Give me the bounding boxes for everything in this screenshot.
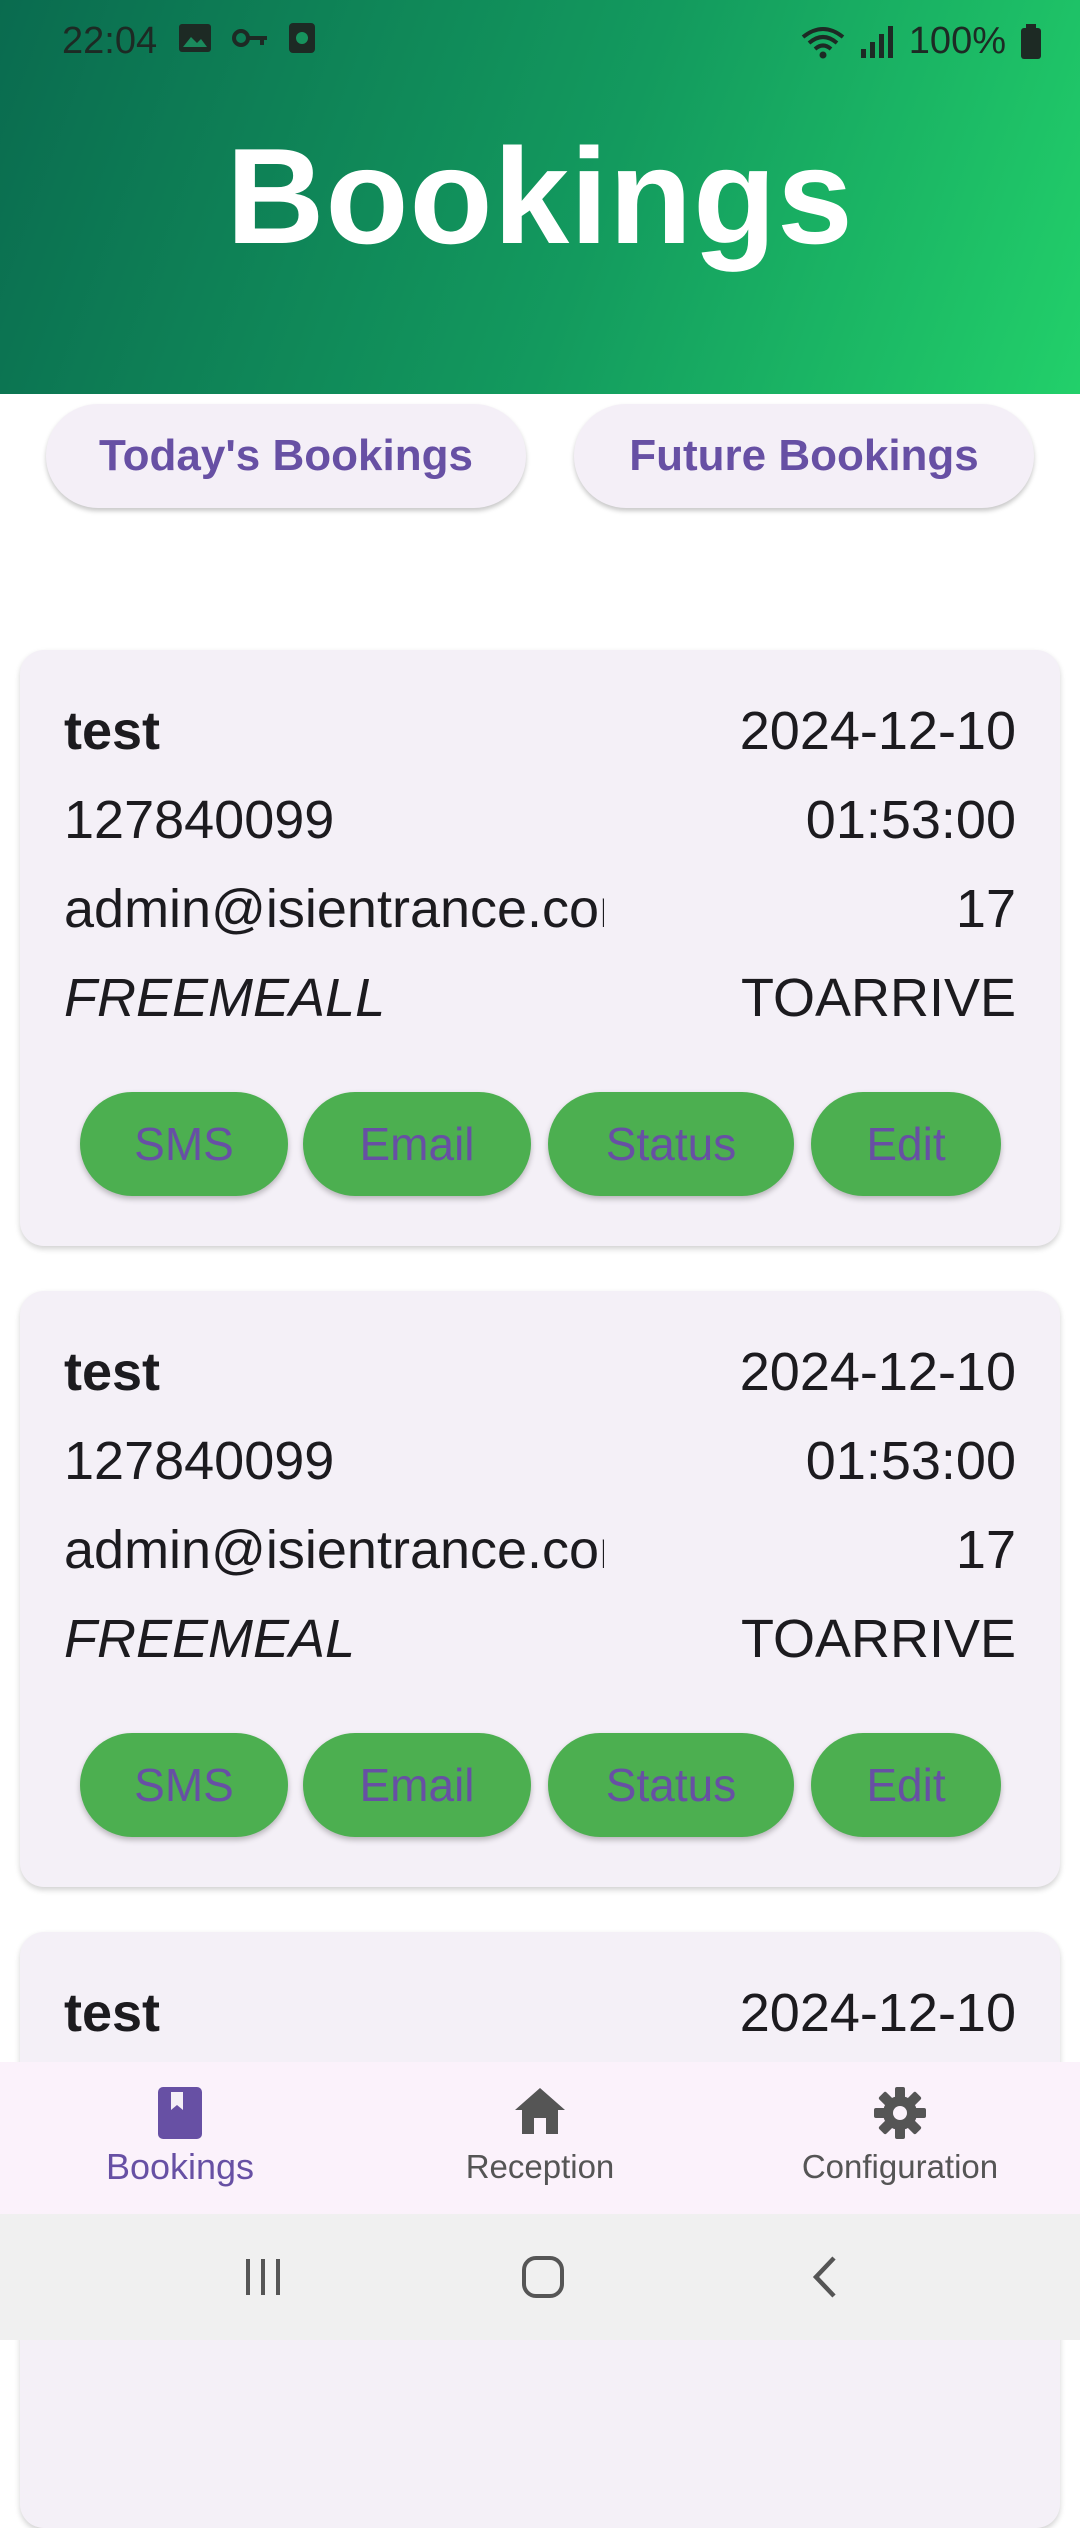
nav-label-reception: Reception <box>465 2148 615 2185</box>
image-icon <box>179 24 211 52</box>
notification-icons <box>178 22 316 54</box>
header: 22:04 100% Bookings <box>0 0 1080 394</box>
nav-label-configuration: Configuration <box>801 2148 999 2185</box>
home-icon <box>515 2088 565 2134</box>
bottom-nav: Bookings Reception Configuration <box>0 2062 1080 2214</box>
key-icon <box>232 29 267 47</box>
back-button[interactable] <box>795 2252 855 2302</box>
back-icon <box>812 2256 836 2298</box>
future-bookings-button[interactable]: Future Bookings <box>574 404 1034 508</box>
booking-date: 2024-12-10 <box>739 701 1016 761</box>
status-right: 100% <box>801 20 1042 63</box>
nav-item-reception[interactable]: Reception <box>360 2062 720 2214</box>
email-button[interactable]: Email <box>303 1092 531 1196</box>
booking-name: test <box>64 701 161 761</box>
nav-label-bookings: Bookings <box>105 2146 255 2187</box>
status-button[interactable]: Status <box>548 1092 794 1196</box>
status-bar: 22:04 100% <box>0 0 1080 84</box>
booking-status: TOARRIVE <box>740 1609 1016 1669</box>
system-nav-bar <box>0 2214 1080 2340</box>
status-button[interactable]: Status <box>548 1733 794 1837</box>
booking-status: TOARRIVE <box>740 968 1016 1028</box>
booking-card: test 2024-12-10 127840099 01:53:00 admin… <box>20 1291 1060 1887</box>
nav-item-configuration[interactable]: Configuration <box>720 2062 1080 2214</box>
battery-icon <box>1021 23 1041 59</box>
booking-coupon: FREEMEAL <box>64 1609 356 1669</box>
booking-time: 01:53:00 <box>805 1431 1016 1491</box>
booking-email: admin@isientrance.com <box>64 1520 604 1580</box>
battery-text: 100% <box>908 20 1006 62</box>
booking-name: test <box>64 1342 161 1402</box>
booking-actions: SMS Email Status Edit <box>20 1733 1060 1837</box>
book-icon <box>158 2087 202 2139</box>
booking-phone: 127840099 <box>64 1431 335 1491</box>
booking-coupon: FREEMEALL <box>64 968 386 1028</box>
booking-date: 2024-12-10 <box>739 1342 1016 1402</box>
gear-icon <box>874 2087 926 2139</box>
booking-time: 01:53:00 <box>805 790 1016 850</box>
sms-button[interactable]: SMS <box>80 1733 288 1837</box>
booking-date: 2024-12-10 <box>739 1983 1016 2043</box>
nav-item-bookings[interactable]: Bookings <box>0 2062 360 2214</box>
booking-name: test <box>64 1983 161 2043</box>
sms-button[interactable]: SMS <box>80 1092 288 1196</box>
booking-email: admin@isientrance.com <box>64 879 604 939</box>
booking-phone: 127840099 <box>64 790 335 850</box>
edit-button[interactable]: Edit <box>811 1092 1001 1196</box>
signal-icon <box>860 25 893 58</box>
booking-card: test 2024-12-10 127840099 01:53:00 admin… <box>20 650 1060 1246</box>
booking-guests: 17 <box>955 879 1016 939</box>
wifi-icon <box>801 26 845 58</box>
status-time: 22:04 <box>62 20 158 62</box>
booking-guests: 17 <box>955 1520 1016 1580</box>
todays-bookings-button[interactable]: Today's Bookings <box>46 404 526 508</box>
recent-apps-icon <box>246 2259 280 2295</box>
edit-button[interactable]: Edit <box>811 1733 1001 1837</box>
email-button[interactable]: Email <box>303 1733 531 1837</box>
home-button[interactable] <box>513 2252 573 2302</box>
booking-actions: SMS Email Status Edit <box>20 1092 1060 1196</box>
page-title: Bookings <box>226 120 854 272</box>
screen-record-icon <box>289 23 315 53</box>
recent-apps-button[interactable] <box>233 2252 293 2302</box>
home-circle-icon <box>522 2256 564 2298</box>
